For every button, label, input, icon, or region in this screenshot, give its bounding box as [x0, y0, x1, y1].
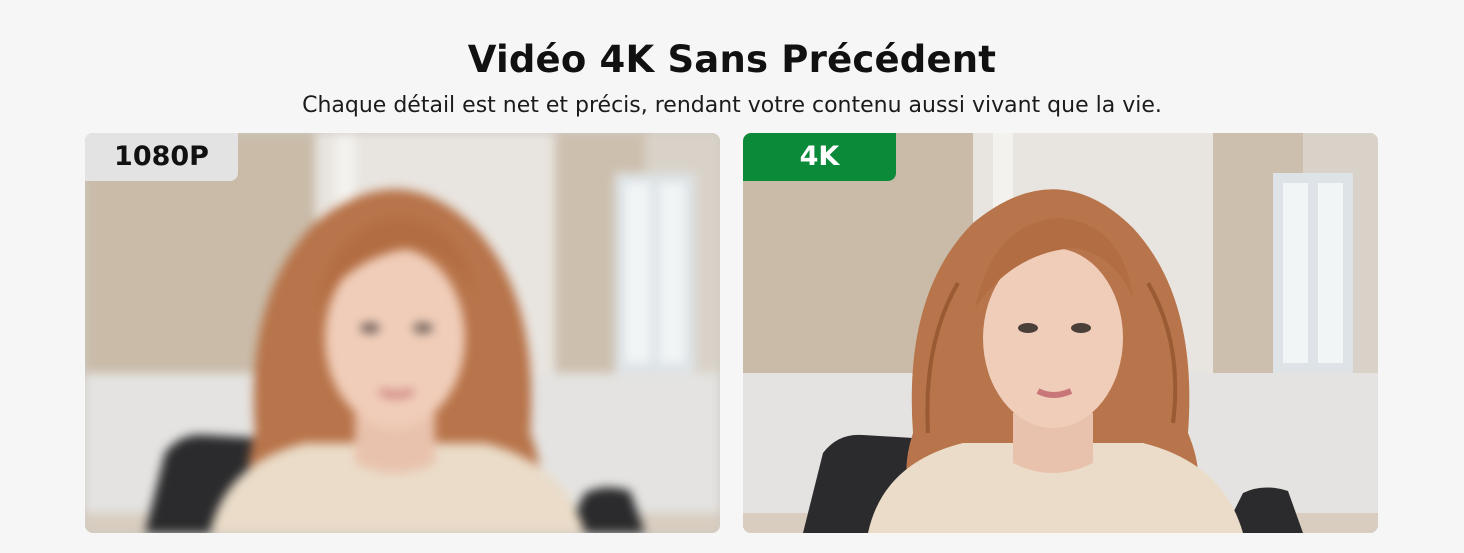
page-subtitle: Chaque détail est net et précis, rendant…: [302, 93, 1162, 118]
portrait-photo-1080p: [85, 133, 720, 533]
resolution-badge-1080p: 1080P: [85, 133, 238, 181]
comparison-panel-4k: 4K: [743, 133, 1378, 533]
comparison-panel-1080p: 1080P: [85, 133, 720, 533]
resolution-badge-4k: 4K: [743, 133, 896, 181]
page-title: Vidéo 4K Sans Précédent: [467, 38, 997, 81]
portrait-photo-4k: [743, 133, 1378, 533]
